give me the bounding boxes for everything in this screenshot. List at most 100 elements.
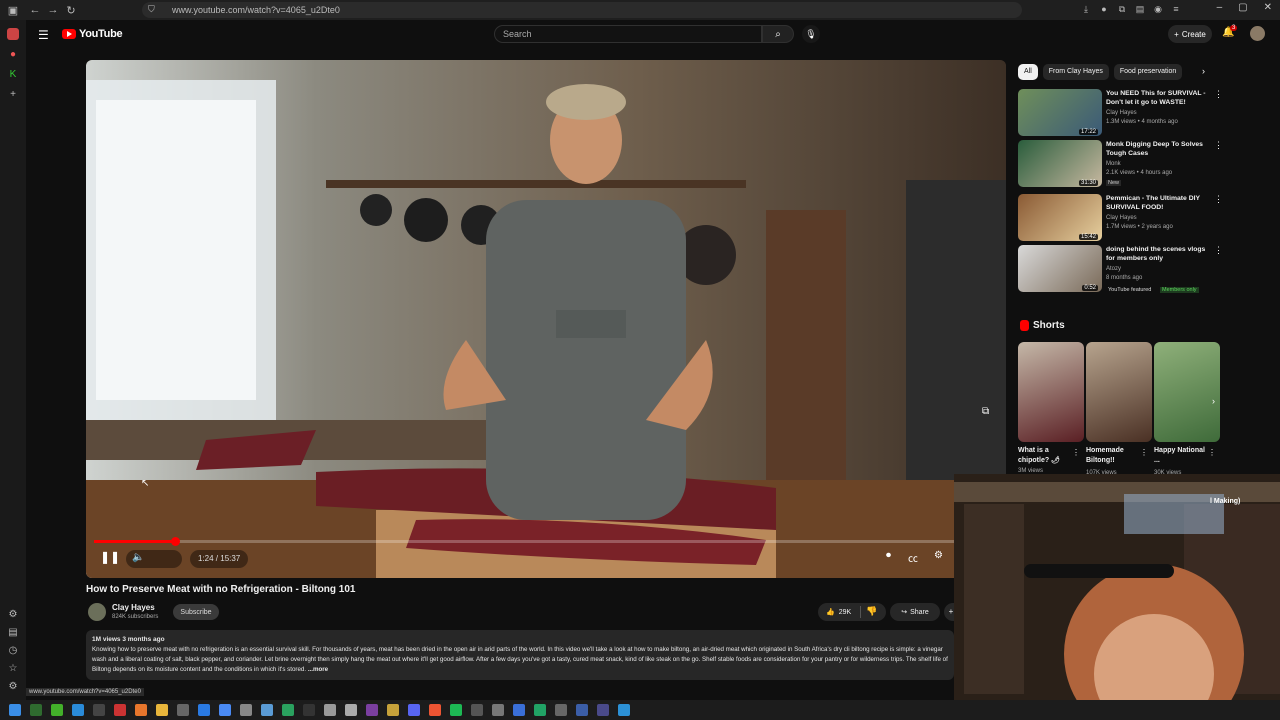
- close-icon[interactable]: ✕: [1264, 2, 1272, 13]
- firefox-icon[interactable]: [135, 704, 147, 716]
- youtube-tab-icon[interactable]: [7, 28, 19, 40]
- youtube-header: ☰ YouTube Search ⌕ 🎙 + Create 🔔 3: [26, 20, 1280, 48]
- kebab-menu-icon[interactable]: ⋮: [1208, 448, 1216, 457]
- profile-icon[interactable]: ◉: [1152, 2, 1164, 16]
- channel-avatar[interactable]: [88, 603, 106, 621]
- download-icon[interactable]: ⤓: [1080, 2, 1092, 16]
- app-icon[interactable]: [345, 704, 357, 716]
- app-icon[interactable]: [30, 704, 42, 716]
- app-icon[interactable]: [492, 704, 504, 716]
- app-icon[interactable]: [471, 704, 483, 716]
- list-item[interactable]: 0:52 doing behind the scenes vlogs for m…: [1018, 245, 1223, 293]
- app-icon[interactable]: [429, 704, 441, 716]
- shorts-icon: [1020, 320, 1029, 331]
- description-box[interactable]: 1M views 3 months ago Knowing how to pre…: [86, 630, 954, 680]
- short-thumbnail[interactable]: [1086, 342, 1152, 442]
- app-icon[interactable]: [93, 704, 105, 716]
- captions-icon[interactable]: ㏄: [908, 550, 918, 565]
- list-item[interactable]: 17:22 You NEED This for SURVIVAL - Don't…: [1018, 89, 1223, 137]
- video-player[interactable]: ❚❚ 🔈 1:24 / 15:37 ⏺ ㏄ ⚙ ⧉: [86, 60, 1006, 578]
- gear-icon[interactable]: ⚙: [7, 680, 19, 692]
- pinned-tab-icon[interactable]: ●: [7, 48, 19, 60]
- webcam-overlay: l Making): [954, 474, 1280, 700]
- app-icon[interactable]: [261, 704, 273, 716]
- notes-icon[interactable]: ▤: [7, 626, 19, 638]
- search-input[interactable]: Search: [494, 25, 762, 43]
- app-icon[interactable]: [177, 704, 189, 716]
- app-icon[interactable]: [219, 704, 231, 716]
- settings-icon[interactable]: ⚙: [7, 608, 19, 620]
- short-thumbnail[interactable]: [1018, 342, 1084, 442]
- progress-bar[interactable]: [94, 537, 998, 546]
- app-icon[interactable]: [51, 704, 63, 716]
- menu-icon[interactable]: ≡: [1170, 2, 1182, 16]
- autoplay-toggle[interactable]: ⏺: [886, 550, 891, 561]
- subscribe-button[interactable]: Subscribe: [173, 604, 219, 620]
- app-icon[interactable]: [555, 704, 567, 716]
- app-icon[interactable]: [597, 704, 609, 716]
- start-icon[interactable]: [9, 704, 21, 716]
- app-icon[interactable]: [366, 704, 378, 716]
- show-more-link[interactable]: ...more: [308, 666, 328, 673]
- list-item[interactable]: 31:30 Monk Digging Deep To Solves Tough …: [1018, 140, 1223, 188]
- volume-control[interactable]: 🔈: [126, 550, 182, 568]
- app-icon[interactable]: [282, 704, 294, 716]
- puzzle-icon[interactable]: ⧉: [1116, 2, 1128, 16]
- description-meta: 1M views 3 months ago: [92, 636, 165, 643]
- app-icon[interactable]: [324, 704, 336, 716]
- history-icon[interactable]: ◷: [7, 644, 19, 656]
- chip-all[interactable]: All: [1018, 64, 1038, 80]
- kebab-menu-icon[interactable]: ⋮: [1214, 89, 1223, 100]
- reload-icon[interactable]: ↻: [62, 1, 80, 19]
- app-icon[interactable]: [303, 704, 315, 716]
- chevron-right-icon[interactable]: ›: [1212, 396, 1215, 406]
- spotify-icon[interactable]: [450, 704, 462, 716]
- chip-from-channel[interactable]: From Clay Hayes: [1042, 64, 1109, 80]
- settings-icon[interactable]: [240, 704, 252, 716]
- discord-icon[interactable]: [408, 704, 420, 716]
- excel-icon[interactable]: [534, 704, 546, 716]
- back-icon[interactable]: ←: [26, 1, 44, 19]
- forward-icon[interactable]: →: [44, 1, 62, 19]
- app-icon[interactable]: [618, 704, 630, 716]
- app-icon[interactable]: [72, 704, 84, 716]
- create-button[interactable]: + Create: [1168, 25, 1212, 43]
- kick-tab-icon[interactable]: K: [7, 68, 19, 80]
- kebab-menu-icon[interactable]: ⋮: [1140, 448, 1148, 457]
- youtube-logo[interactable]: YouTube: [62, 28, 123, 40]
- app-icon[interactable]: [576, 704, 588, 716]
- tab-icon[interactable]: ▣: [4, 1, 22, 19]
- address-bar[interactable]: ⛉ www.youtube.com/watch?v=4065_u2Dte0: [142, 2, 1022, 18]
- channel-name[interactable]: Clay Hayes: [112, 603, 155, 612]
- app-icon[interactable]: [114, 704, 126, 716]
- rec-title: You NEED This for SURVIVAL - Don't let i…: [1106, 90, 1206, 106]
- hamburger-icon[interactable]: ☰: [38, 28, 49, 42]
- kebab-menu-icon[interactable]: ⋮: [1214, 245, 1223, 256]
- settings-gear-icon[interactable]: ⚙: [934, 550, 943, 561]
- star-icon[interactable]: ☆: [7, 662, 19, 674]
- folder-icon[interactable]: [156, 704, 168, 716]
- search-button[interactable]: ⌕: [762, 25, 794, 43]
- new-tab-icon[interactable]: +: [7, 88, 19, 100]
- pause-icon[interactable]: ❚❚: [100, 550, 120, 564]
- miniplayer-icon[interactable]: ⧉: [982, 406, 989, 417]
- share-button[interactable]: ↪ Share: [890, 603, 940, 621]
- account-avatar[interactable]: [1250, 26, 1265, 41]
- app-icon[interactable]: [198, 704, 210, 716]
- chevron-right-icon[interactable]: ›: [1202, 66, 1205, 76]
- sidebar-icon[interactable]: ▤: [1134, 2, 1146, 16]
- list-item[interactable]: 15:42 Pemmican - The Ultimate DIY SURVIV…: [1018, 194, 1223, 242]
- thumbs-down-icon[interactable]: 👎: [866, 606, 877, 617]
- short-thumbnail[interactable]: [1154, 342, 1220, 442]
- kebab-menu-icon[interactable]: ⋮: [1072, 448, 1080, 457]
- app-icon[interactable]: [387, 704, 399, 716]
- kebab-menu-icon[interactable]: ⋮: [1214, 140, 1223, 151]
- maximize-icon[interactable]: ▢: [1238, 2, 1247, 13]
- rec-channel: Atozy: [1106, 266, 1122, 272]
- minimize-icon[interactable]: –: [1217, 2, 1223, 13]
- chip-food-preservation[interactable]: Food preservation: [1113, 64, 1183, 80]
- voice-search-button[interactable]: 🎙: [802, 25, 820, 43]
- extension-icon[interactable]: ●: [1098, 2, 1110, 16]
- kebab-menu-icon[interactable]: ⋮: [1214, 194, 1223, 205]
- app-icon[interactable]: [513, 704, 525, 716]
